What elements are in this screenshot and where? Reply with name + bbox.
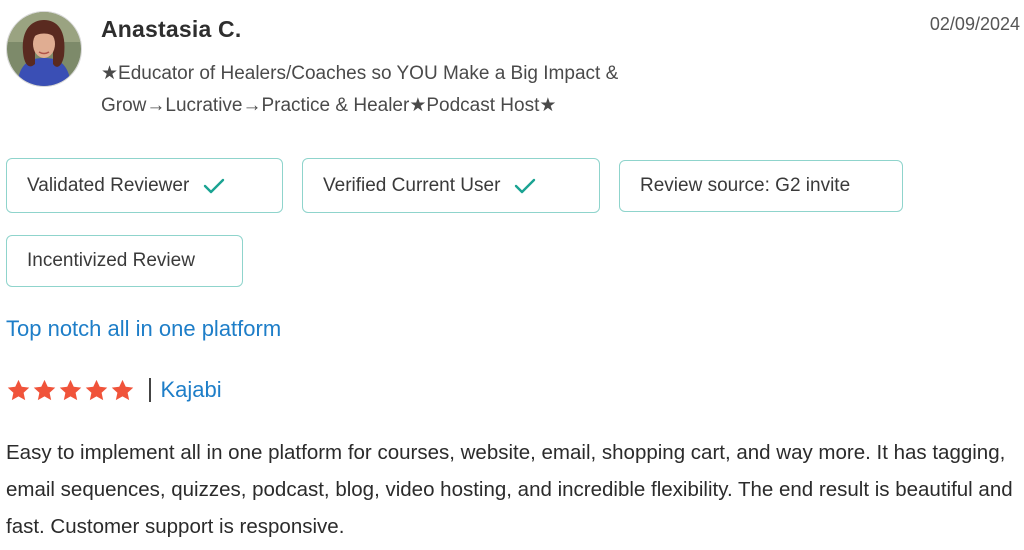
validated-reviewer-badge: Validated Reviewer: [6, 158, 283, 213]
star-icon: [84, 378, 109, 403]
person-photo-icon: [7, 12, 81, 86]
badge-label: Verified Current User: [323, 174, 501, 196]
rating-row: Kajabi: [6, 374, 222, 406]
star-icon: [6, 378, 31, 403]
review-body: Easy to implement all in one platform fo…: [6, 441, 1013, 538]
incentivized-review-badge: Incentivized Review: [6, 235, 243, 287]
review-card: Anastasia C. 02/09/2024 ★Educator of Hea…: [0, 0, 1024, 550]
star-icon: [58, 378, 83, 403]
badge-label: Incentivized Review: [27, 250, 195, 271]
star-icon: [32, 378, 57, 403]
check-icon: [514, 177, 536, 195]
badge-label: Review source: G2 invite: [640, 175, 851, 196]
verified-current-user-badge: Verified Current User: [302, 158, 600, 213]
avatar[interactable]: [6, 11, 82, 87]
reviewer-name[interactable]: Anastasia C.: [101, 16, 241, 43]
rating-separator: [149, 378, 151, 402]
star-icon: [110, 378, 135, 403]
review-date: 02/09/2024: [929, 14, 1020, 34]
check-icon: [203, 177, 225, 195]
review-title[interactable]: Top notch all in one platform: [6, 316, 281, 342]
product-link[interactable]: Kajabi: [161, 377, 222, 403]
reviewer-title: ★Educator of Healers/Coaches so YOU Make…: [101, 63, 619, 116]
review-source-badge: Review source: G2 invite: [619, 160, 903, 212]
badge-label: Validated Reviewer: [27, 174, 190, 196]
star-rating: [6, 378, 135, 403]
